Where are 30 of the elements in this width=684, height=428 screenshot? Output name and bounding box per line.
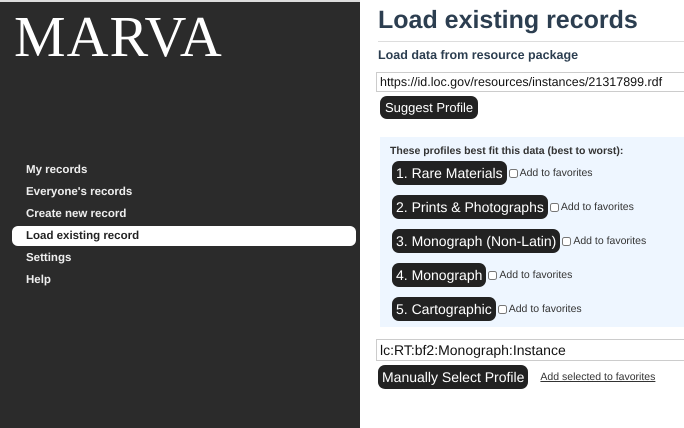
favorite-checkbox[interactable] [508, 168, 518, 178]
profile-button[interactable]: 1. Rare Materials [392, 161, 507, 185]
profile-button[interactable]: 2. Prints & Photographs [392, 195, 548, 219]
favorite-label: Add to favorites [560, 201, 634, 213]
sidebar-item[interactable]: Create new record [12, 204, 356, 224]
suggestions-caption: These profiles best fit this data (best to worst): [390, 145, 624, 157]
profile-field[interactable]: lc:RT:bf2:Monograph:Instance [376, 339, 684, 361]
favorite-checkbox[interactable] [562, 236, 572, 246]
profile-button[interactable]: 5. Cartographic [392, 297, 496, 321]
sidebar-item[interactable]: Settings [12, 248, 356, 268]
manual-select-button[interactable]: Manually Select Profile [378, 365, 528, 389]
sidebar-item[interactable]: Everyone's records [12, 182, 356, 202]
favorite-checkbox[interactable] [550, 202, 559, 212]
sidebar-item[interactable]: Help [12, 270, 356, 290]
favorite-label: Add to favorites [499, 269, 572, 281]
add-favorites-link[interactable]: Add selected to favorites [540, 371, 656, 383]
url-field[interactable]: https://id.loc.gov/resources/instances/21317899.rdf [376, 72, 684, 92]
page-title: Load existing records [378, 6, 684, 42]
favorite-label: Add to favorites [573, 235, 646, 247]
sidebar-item[interactable]: My records [12, 160, 356, 180]
profile-button[interactable]: 3. Monograph (Non-Latin) [392, 229, 560, 253]
section-heading: Load data from resource package [378, 48, 580, 62]
logo: MARVA [13, 3, 224, 66]
favorite-checkbox[interactable] [488, 270, 498, 280]
sidebar-item[interactable]: Load existing record [12, 226, 356, 246]
favorite-label: Add to favorites [520, 167, 593, 179]
profile-button[interactable]: 4. Monograph [392, 263, 486, 287]
favorite-label: Add to favorites [508, 303, 582, 315]
suggest-profile-button[interactable]: Suggest Profile [380, 96, 478, 119]
favorite-checkbox[interactable] [498, 304, 507, 314]
